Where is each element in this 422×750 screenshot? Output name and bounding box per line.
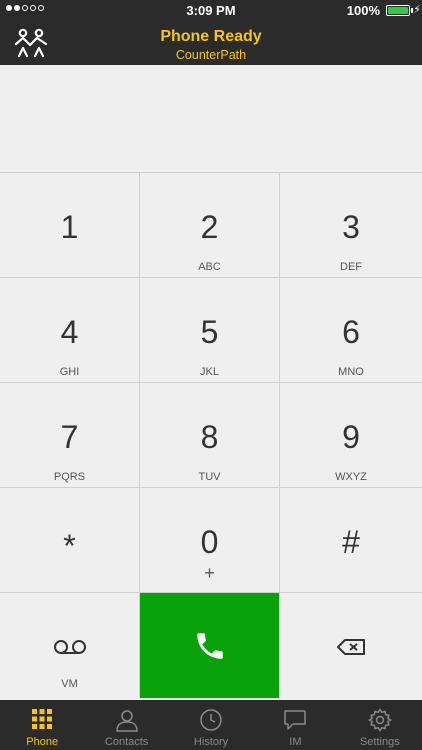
backspace-button[interactable] — [280, 593, 422, 698]
key-hash[interactable]: # — [280, 488, 422, 593]
key-letters: GHI — [59, 366, 80, 378]
key-7[interactable]: 7 PQRS — [0, 383, 140, 488]
voicemail-icon — [0, 639, 139, 655]
tab-label: Phone — [26, 736, 59, 748]
key-digit: 7 — [60, 419, 79, 455]
number-display — [0, 65, 422, 173]
top-bar: 3:09 PM 100% ⚡ Phone Ready CounterPath — [0, 0, 422, 65]
key-letters: ABC — [198, 261, 221, 273]
charging-icon: ⚡ — [413, 4, 421, 16]
tab-contacts[interactable]: Contacts — [84, 700, 168, 750]
dialpad-icon — [0, 708, 84, 730]
key-digit: # — [342, 524, 360, 560]
status-bar: 3:09 PM 100% ⚡ — [0, 0, 422, 22]
account-subtitle: CounterPath — [175, 48, 247, 62]
voicemail-label: VM — [61, 678, 78, 690]
battery-percent: 100% — [346, 3, 380, 18]
key-digit: 9 — [342, 419, 360, 455]
key-star[interactable]: * — [0, 488, 140, 593]
backspace-icon — [280, 639, 422, 655]
tab-label: History — [193, 736, 229, 748]
key-letters: WXYZ — [335, 471, 367, 483]
clock-icon — [169, 708, 253, 732]
key-1[interactable]: 1 — [0, 173, 140, 278]
key-letters: + — [204, 563, 215, 583]
app-status-title: Phone Ready — [160, 28, 262, 45]
key-digit: * — [63, 528, 76, 564]
gear-icon — [338, 708, 422, 732]
call-button[interactable] — [140, 593, 280, 698]
tab-label: Contacts — [104, 736, 149, 748]
key-digit: 1 — [60, 209, 79, 245]
tab-label: IM — [289, 736, 302, 748]
tab-phone[interactable]: Phone — [0, 700, 84, 750]
key-3[interactable]: 3 DEF — [280, 173, 422, 278]
battery-icon — [386, 5, 410, 16]
dial-keypad: 1 2 ABC 3 DEF 4 GHI 5 JKL 6 MNO 7 PQRS 8… — [0, 172, 422, 700]
key-4[interactable]: 4 GHI — [0, 278, 140, 383]
key-9[interactable]: 9 WXYZ — [280, 383, 422, 488]
tab-im[interactable]: IM — [253, 700, 337, 750]
key-digit: 4 — [60, 314, 79, 350]
key-digit: 0 — [200, 524, 219, 560]
key-letters: DEF — [340, 261, 362, 273]
key-digit: 8 — [200, 419, 219, 455]
chat-bubble-icon — [253, 708, 337, 732]
key-letters: PQRS — [53, 471, 86, 483]
voicemail-button[interactable]: VM — [0, 593, 140, 698]
tab-history[interactable]: History — [169, 700, 253, 750]
key-6[interactable]: 6 MNO — [280, 278, 422, 383]
key-digit: 2 — [200, 209, 219, 245]
key-letters: MNO — [338, 366, 364, 378]
key-8[interactable]: 8 TUV — [140, 383, 280, 488]
tab-label: Settings — [359, 736, 400, 748]
tab-bar: Phone Contacts History IM Settings — [0, 700, 422, 750]
key-letters: TUV — [198, 471, 221, 483]
key-0[interactable]: 0 + — [140, 488, 280, 593]
person-icon — [84, 708, 168, 732]
key-digit: 3 — [342, 209, 360, 245]
key-digit: 5 — [200, 314, 219, 350]
key-5[interactable]: 5 JKL — [140, 278, 280, 383]
key-letters: JKL — [200, 366, 219, 378]
phone-handset-icon — [140, 629, 279, 663]
key-digit: 6 — [342, 314, 360, 350]
key-2[interactable]: 2 ABC — [140, 173, 280, 278]
tab-settings[interactable]: Settings — [338, 700, 422, 750]
